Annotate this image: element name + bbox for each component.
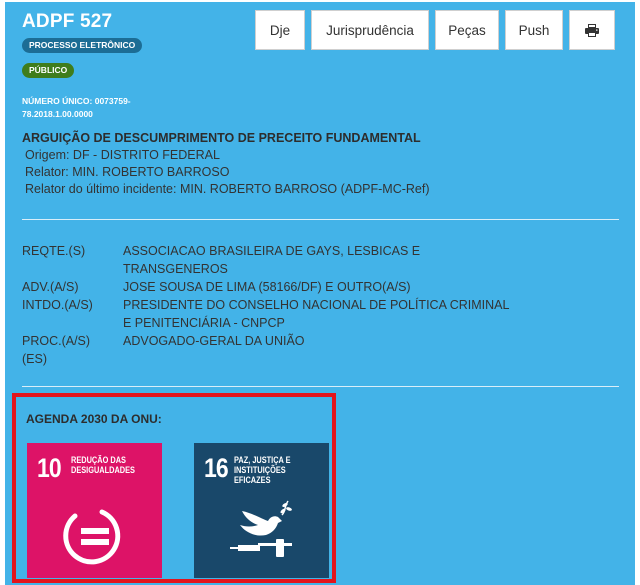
divider <box>22 386 619 387</box>
dje-button[interactable]: Dje <box>255 10 305 50</box>
pecas-button[interactable]: Peças <box>435 10 499 50</box>
party-role: ADV.(A/S) <box>22 280 79 294</box>
relator-ultimo-incidente: Relator do último incidente: MIN. ROBERT… <box>25 182 430 196</box>
party-name: ADVOGADO-GERAL DA UNIÃO <box>123 334 305 348</box>
sdg-16-tile[interactable]: 16 PAZ, JUSTIÇA E INSTITUIÇÕES EFICAZES <box>194 443 329 578</box>
agenda-2030-section: AGENDA 2030 DA ONU: 10 REDUÇÃO DAS DESIG… <box>12 393 336 583</box>
party-role: REQTE.(S) <box>22 244 86 258</box>
relator: Relator: MIN. ROBERTO BARROSO <box>25 165 230 179</box>
sdg-10-tile[interactable]: 10 REDUÇÃO DAS DESIGUALDADES <box>27 443 162 578</box>
push-button[interactable]: Push <box>505 10 563 50</box>
party-role: INTDO.(A/S) <box>22 298 93 312</box>
party-name: PRESIDENTE DO CONSELHO NACIONAL DE POLÍT… <box>123 298 509 330</box>
print-button[interactable] <box>569 10 615 50</box>
party-row: INTDO.(A/S) PRESIDENTE DO CONSELHO NACIO… <box>22 296 513 332</box>
sdg-number: 16 <box>204 453 229 483</box>
sdg-number: 10 <box>37 453 62 483</box>
party-name: JOSE SOUSA DE LIMA (58166/DF) E OUTRO(A/… <box>123 280 411 294</box>
divider <box>22 219 619 220</box>
unique-number: NÚMERO ÚNICO: 0073759-78.2018.1.00.0000 <box>22 96 131 119</box>
case-class-info: ARGUIÇÃO DE DESCUMPRIMENTO DE PRECEITO F… <box>22 130 430 198</box>
party-row: REQTE.(S) ASSOCIACAO BRASILEIRA DE GAYS,… <box>22 242 513 278</box>
equality-icon <box>63 509 121 565</box>
origem: Origem: DF - DISTRITO FEDERAL <box>25 148 220 162</box>
parties-list: REQTE.(S) ASSOCIACAO BRASILEIRA DE GAYS,… <box>22 242 513 368</box>
case-class-title: ARGUIÇÃO DE DESCUMPRIMENTO DE PRECEITO F… <box>22 131 421 145</box>
dove-gavel-icon <box>230 500 292 557</box>
party-row: PROC.(A/S)(ES) ADVOGADO-GERAL DA UNIÃO <box>22 332 513 368</box>
printer-icon <box>585 23 599 37</box>
sdg-label: PAZ, JUSTIÇA E INSTITUIÇÕES EFICAZES <box>234 455 291 485</box>
party-name: ASSOCIACAO BRASILEIRA DE GAYS, LESBICAS … <box>123 244 421 276</box>
sdg-label: REDUÇÃO DAS DESIGUALDADES <box>71 455 135 475</box>
jurisprudencia-button[interactable]: Jurisprudência <box>311 10 429 50</box>
agenda-title: AGENDA 2030 DA ONU: <box>26 412 162 426</box>
electronic-process-badge: PROCESSO ELETRÔNICO <box>22 38 143 53</box>
public-badge: PÚBLICO <box>22 63 75 78</box>
case-title: ADPF 527 <box>22 11 113 32</box>
party-role: PROC.(A/S)(ES) <box>22 334 91 366</box>
process-panel: ADPF 527 PROCESSO ELETRÔNICO PÚBLICO NÚM… <box>5 2 635 585</box>
party-row: ADV.(A/S) JOSE SOUSA DE LIMA (58166/DF) … <box>22 278 513 296</box>
